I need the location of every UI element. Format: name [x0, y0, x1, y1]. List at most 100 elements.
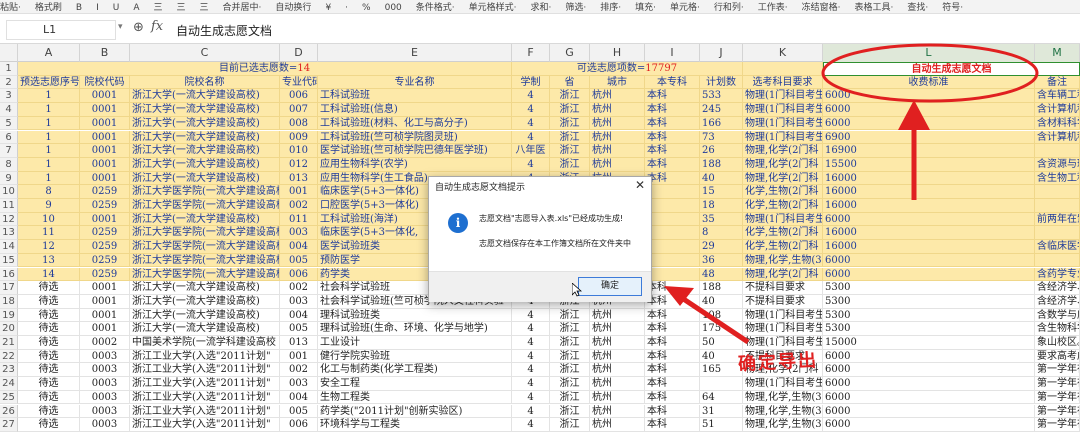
cell-b[interactable]: 0003 — [80, 349, 130, 364]
cell-g[interactable]: 浙江 — [550, 404, 590, 419]
cell-e[interactable]: 应用生物科学(农学) — [318, 157, 512, 172]
cell-a[interactable]: 待选 — [18, 377, 80, 391]
column-header-i[interactable]: I — [645, 44, 700, 62]
cell-j[interactable]: 64 — [700, 390, 743, 405]
cell-l[interactable]: 6000 — [823, 116, 1035, 131]
cell-b[interactable]: 0001 — [80, 294, 130, 309]
cell-f[interactable]: 4 — [512, 157, 550, 172]
cell-f[interactable]: 4 — [512, 89, 550, 104]
row-number[interactable]: 7 — [0, 144, 18, 158]
row-number[interactable]: 19 — [0, 308, 18, 323]
column-header-k[interactable]: K — [743, 44, 823, 62]
cell-c[interactable]: 浙江大学医学院(一流大学建设高校 — [130, 267, 280, 282]
column-header-l[interactable]: L — [823, 44, 1035, 62]
cell-g[interactable]: 浙江 — [550, 116, 590, 131]
row-number[interactable]: 3 — [0, 89, 18, 104]
cell-g[interactable]: 浙江 — [550, 418, 590, 432]
cell-f[interactable]: 4 — [512, 418, 550, 432]
toolbar-item[interactable]: A — [133, 1, 139, 13]
toolbar-item[interactable]: 单元格· — [670, 1, 700, 13]
cell-f[interactable]: 4 — [512, 390, 550, 405]
cell-k[interactable]: 物理,化学(2门科 — [743, 171, 823, 186]
cell-f[interactable]: 4 — [512, 404, 550, 419]
cell-c[interactable]: 浙江大学(一流大学建设高校) — [130, 116, 280, 131]
toolbar-item[interactable]: 求和· — [531, 1, 552, 13]
cell-m[interactable] — [1035, 199, 1080, 213]
column-title[interactable]: 收费标准 — [823, 75, 1035, 90]
cell-i[interactable]: 本科 — [645, 418, 700, 432]
row-number[interactable]: 24 — [0, 377, 18, 391]
cell-b[interactable]: 0001 — [80, 130, 130, 145]
cell-k[interactable]: 物理,化学(2门科 — [743, 267, 823, 282]
cell-k[interactable]: 物理(1门科目考生 — [743, 322, 823, 336]
cell-b[interactable]: 0259 — [80, 267, 130, 282]
cell-l[interactable]: 16900 — [823, 144, 1035, 158]
toolbar-item[interactable]: 查找· — [907, 1, 928, 13]
cell-m[interactable]: 第一学年在屏峰校区,第二学年起在莫 — [1035, 404, 1080, 419]
cell-e[interactable]: 理科试验班类 — [318, 308, 512, 323]
cell-l[interactable]: 5300 — [823, 294, 1035, 309]
cell-i[interactable]: 本科 — [645, 130, 700, 145]
cell-b[interactable]: 0259 — [80, 226, 130, 241]
cell-c[interactable]: 浙江工业大学(入选"2011计划" — [130, 349, 280, 364]
cell-k[interactable]: 化学,生物(2门科 — [743, 240, 823, 254]
cell-c[interactable]: 浙江大学(一流大学建设高校) — [130, 322, 280, 336]
table-row[interactable]: 26 待选 0003 浙江工业大学(入选"2011计划" 005 药学类("2011计划"… — [0, 404, 1080, 419]
cell-k[interactable]: 不提科目要求 — [743, 294, 823, 309]
cell-l[interactable]: 6900 — [823, 130, 1035, 145]
row-number[interactable]: 20 — [0, 322, 18, 336]
row-number[interactable]: 15 — [0, 253, 18, 268]
cell-l[interactable]: 6000 — [823, 103, 1035, 117]
formula-input[interactable]: 自动生成志愿文档 — [176, 22, 272, 39]
cell-l[interactable]: 6000 — [823, 267, 1035, 282]
cell-k[interactable]: 物理(1门科目考生 — [743, 212, 823, 227]
cell-a[interactable]: 1 — [18, 116, 80, 131]
cell-d[interactable]: 004 — [280, 240, 318, 254]
cell-b[interactable]: 0259 — [80, 253, 130, 268]
cell-a[interactable]: 1 — [18, 130, 80, 145]
cell-m[interactable]: 含临床医学、口腔医学专业。 — [1035, 240, 1080, 254]
toolbar-item[interactable]: 三 — [200, 1, 209, 13]
row-number[interactable]: 23 — [0, 363, 18, 378]
cell-l[interactable]: 6000 — [823, 212, 1035, 227]
cell-m[interactable]: 含车辆工程、能源与环境系统工程、机 — [1035, 89, 1080, 104]
cell-m[interactable]: 含资源与环境、茶学、农学、植物 — [1035, 157, 1080, 172]
toolbar-item[interactable]: · — [345, 1, 348, 13]
cell-j[interactable]: 15 — [700, 185, 743, 199]
cell-m[interactable] — [1035, 253, 1080, 268]
cell-l[interactable]: 16000 — [823, 171, 1035, 186]
table-row[interactable]: 22 待选 0003 浙江工业大学(入选"2011计划" 001 健行学院实验班 4 浙江 杭州… — [0, 349, 1080, 364]
column-title[interactable]: 本专科 — [645, 75, 700, 90]
toolbar-item[interactable]: B — [76, 1, 82, 13]
cell-i[interactable] — [645, 226, 700, 241]
toolbar-item[interactable]: U — [113, 1, 120, 13]
table-row[interactable]: 24 待选 0003 浙江工业大学(入选"2011计划" 003 安全工程 4 浙江 杭州 本科 物… — [0, 377, 1080, 391]
cell-m[interactable]: 第一学年在屏峰校区,第二学年起在莫 — [1035, 377, 1080, 391]
cell-a[interactable]: 11 — [18, 226, 80, 241]
cell-j[interactable]: 165 — [700, 363, 743, 378]
table-row[interactable]: 27 待选 0003 浙江工业大学(入选"2011计划" 006 环境科学与工程类 4 浙江杭… — [0, 418, 1080, 432]
cell-f[interactable]: 4 — [512, 349, 550, 364]
table-row[interactable]: 23 待选 0003 浙江工业大学(入选"2011计划" 002 化工与制药类(化学工程类… — [0, 363, 1080, 378]
cell-l[interactable]: 6000 — [823, 349, 1035, 364]
table-row[interactable]: 19 待选 0001 浙江大学(一流大学建设高校) 004 理科试验班类 4 浙江 杭州 本科 10… — [0, 308, 1080, 323]
row-number[interactable]: 26 — [0, 404, 18, 419]
cell-d[interactable]: 003 — [280, 226, 318, 241]
cell-a[interactable]: 待选 — [18, 294, 80, 309]
toolbar-item[interactable]: I — [96, 1, 99, 13]
cell-c[interactable]: 浙江大学(一流大学建设高校) — [130, 89, 280, 104]
column-title[interactable]: 院校名称 — [130, 75, 280, 90]
cell-j[interactable]: 108 — [700, 308, 743, 323]
cell-a[interactable]: 1 — [18, 103, 80, 117]
cell-k[interactable]: 物理,化学,生物(3 — [743, 418, 823, 432]
cell-j[interactable]: 51 — [700, 418, 743, 432]
cell-g[interactable]: 浙江 — [550, 322, 590, 336]
ok-button[interactable]: 确定 — [578, 277, 642, 296]
cell-d[interactable]: 002 — [280, 281, 318, 295]
cell-m[interactable]: 含药学专业。 — [1035, 267, 1080, 282]
toolbar-item[interactable]: 填充· — [635, 1, 656, 13]
cell-f[interactable]: 4 — [512, 308, 550, 323]
column-title[interactable]: 选考科目要求 — [743, 75, 823, 90]
cell-a[interactable]: 14 — [18, 267, 80, 282]
row-number[interactable]: 10 — [0, 185, 18, 199]
